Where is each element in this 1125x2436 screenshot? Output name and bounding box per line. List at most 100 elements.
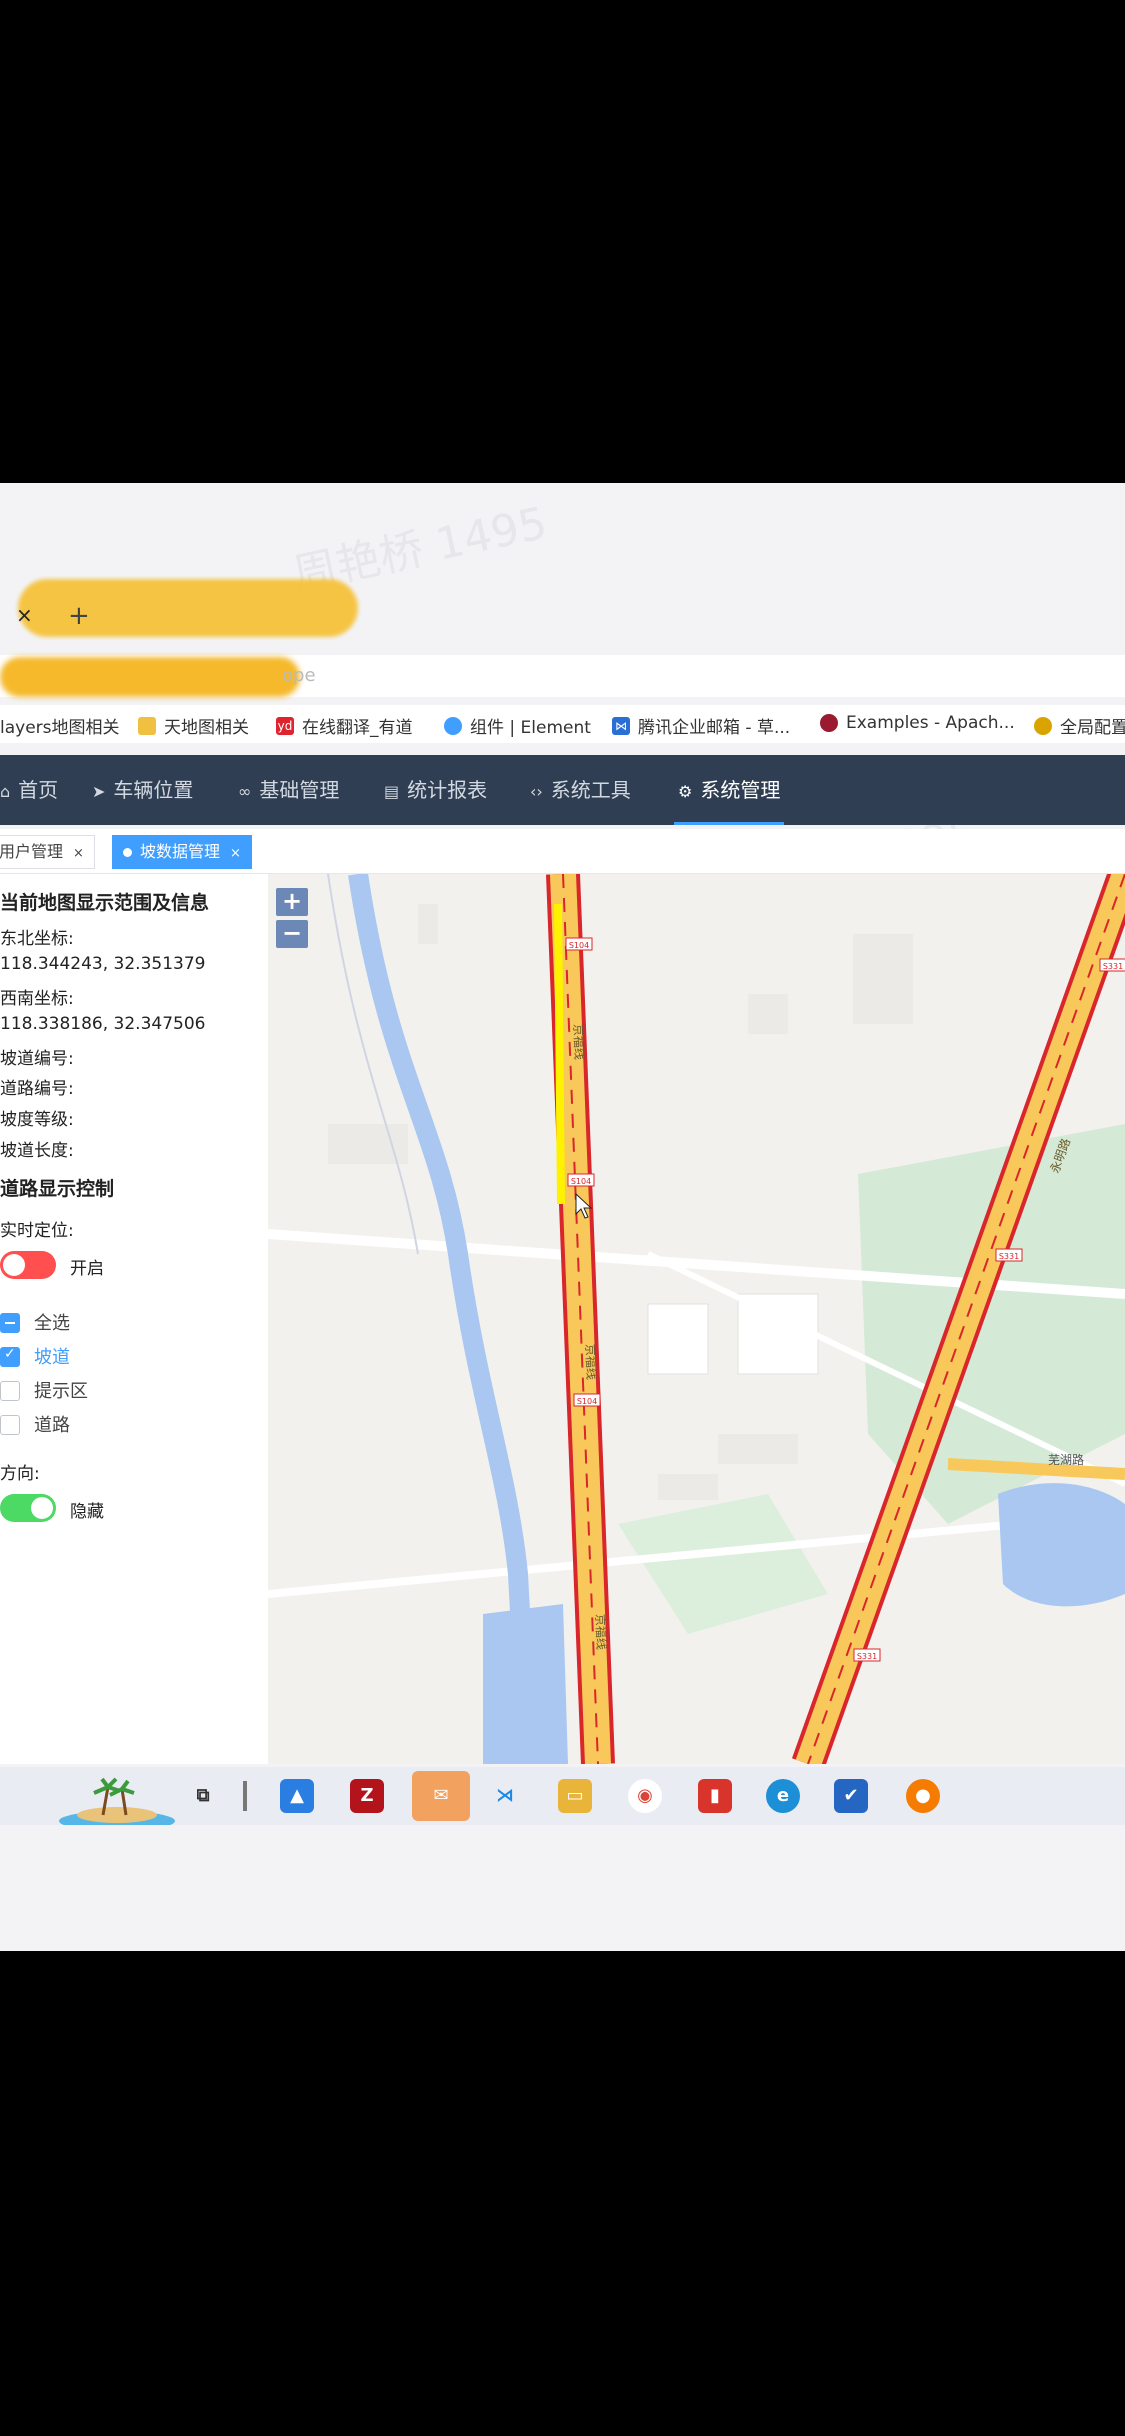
nav-statistics[interactable]: ▤ 统计报表 <box>384 755 487 825</box>
checkbox-label: 坡道 <box>34 1347 70 1368</box>
new-tab-button[interactable]: + <box>68 601 90 631</box>
firefox-icon[interactable]: ● <box>906 1779 940 1813</box>
road-name-label: 京福线 <box>571 1024 587 1061</box>
document-icon: ▤ <box>384 782 400 801</box>
realtime-toggle[interactable] <box>0 1251 56 1279</box>
bookmark-item[interactable]: 组件 | Element <box>444 713 591 738</box>
app-icon[interactable]: ▲ <box>280 1779 314 1813</box>
highlighted-ramp <box>554 903 565 1205</box>
building <box>658 1474 718 1500</box>
island-wallpaper-icon <box>59 1777 175 1825</box>
wechat-icon[interactable]: ✉ <box>412 1771 470 1821</box>
nav-label: 首页 <box>18 778 59 802</box>
building <box>853 934 913 1024</box>
zoom-in-button[interactable]: + <box>276 888 308 916</box>
checkbox-label: 提示区 <box>34 1381 88 1402</box>
url-text: ope <box>282 665 316 686</box>
road-code: S331 <box>857 1652 877 1661</box>
file-explorer-icon[interactable]: ▭ <box>558 1779 592 1813</box>
divider <box>243 1781 247 1811</box>
app-icon[interactable]: ▮ <box>698 1779 732 1813</box>
road-name-label: 芜湖路 <box>1048 1452 1084 1467</box>
vscode-icon[interactable]: ⋊ <box>488 1779 522 1813</box>
info-panel: 当前地图显示范围及信息 东北坐标: 118.344243, 32.351379 … <box>0 874 268 1764</box>
nav-system-management[interactable]: ⚙ 系统管理 <box>674 755 785 825</box>
lake <box>998 1483 1125 1607</box>
road-name-label: 京福线 <box>583 1344 599 1381</box>
browser-tab-strip: × + <box>0 579 1125 639</box>
road-code: S104 <box>569 941 589 950</box>
realtime-state: 开启 <box>70 1259 104 1279</box>
building <box>718 1434 798 1464</box>
building <box>418 904 438 944</box>
filezilla-icon[interactable]: Z <box>350 1779 384 1813</box>
bookmark-label: layers地图相关 <box>0 718 120 738</box>
bookmark-item[interactable]: 全局配置 <box>1034 713 1125 738</box>
bookmarks-bar: layers地图相关 天地图相关 yd 在线翻译_有道 组件 | Element… <box>0 705 1125 743</box>
direction-toggle[interactable] <box>0 1494 56 1522</box>
lake <box>483 1604 568 1764</box>
bookmark-item[interactable]: ⋈ 腾讯企业邮箱 - 草... <box>612 713 790 738</box>
close-tab-button[interactable]: × <box>16 603 33 627</box>
ramp-checkbox[interactable]: ✓ <box>0 1346 20 1367</box>
direction-state: 隐藏 <box>70 1502 104 1522</box>
road-code: S331 <box>999 1252 1019 1261</box>
task-view-icon[interactable]: ⧉ <box>186 1779 220 1813</box>
building <box>748 994 788 1034</box>
road-code: S104 <box>577 1397 597 1406</box>
minus-icon <box>5 1322 15 1324</box>
page-tabs: 用户管理 × 坡数据管理 × <box>0 829 1125 874</box>
taskbar: ⧉ ▲ Z ✉ ⋊ ▭ ◉ ▮ e ✔ ● <box>0 1767 1125 1825</box>
youdao-icon: yd <box>276 716 294 735</box>
main-navbar: ⌂ 首页 ➤ 车辆位置 ∞ 基础管理 ▤ 统计报表 ‹› 系统工具 ⚙ 系统管理 <box>0 755 1125 825</box>
app-icon[interactable]: ✔ <box>834 1779 868 1813</box>
code-icon: ‹› <box>530 782 543 801</box>
send-icon: ➤ <box>92 782 106 801</box>
nav-label: 系统管理 <box>700 778 781 802</box>
active-dot-icon <box>123 848 132 857</box>
road-code: S104 <box>571 1177 591 1186</box>
road-name-label: 京福线 <box>593 1614 609 1651</box>
nav-label: 基础管理 <box>259 778 340 802</box>
nav-label: 统计报表 <box>407 778 488 802</box>
bookmark-label: 天地图相关 <box>164 718 249 738</box>
apache-icon <box>820 714 838 732</box>
realtime-label: 实时定位: <box>0 1221 74 1241</box>
nav-system-tools[interactable]: ‹› 系统工具 <box>530 755 631 825</box>
road-code: S331 <box>1103 962 1123 971</box>
road-checkbox[interactable] <box>0 1415 20 1435</box>
nav-label: 车辆位置 <box>113 778 194 802</box>
nav-vehicle-location[interactable]: ➤ 车辆位置 <box>92 755 193 825</box>
checkbox-label: 全选 <box>34 1313 70 1334</box>
nav-label: 系统工具 <box>550 778 631 802</box>
ramp-length-label: 坡道长度: <box>0 1141 74 1161</box>
section-title: 当前地图显示范围及信息 <box>0 892 210 914</box>
tab-user-management[interactable]: 用户管理 × <box>0 835 95 869</box>
close-icon[interactable]: × <box>230 846 241 861</box>
bookmark-item[interactable]: Examples - Apach... <box>820 713 1015 733</box>
close-icon[interactable]: × <box>73 846 84 861</box>
bookmark-item[interactable]: yd 在线翻译_有道 <box>276 713 413 738</box>
bookmark-label: 在线翻译_有道 <box>302 718 413 738</box>
sw-coord-label: 西南坐标: <box>0 989 74 1009</box>
map-view[interactable]: S104 S104 S104 S331 S331 S331 京福线 京福线 京福… <box>268 874 1125 1764</box>
edge-icon[interactable]: e <box>766 1779 800 1813</box>
tab-label: 坡数据管理 <box>140 842 221 861</box>
star-icon <box>1034 716 1052 735</box>
chrome-icon[interactable]: ◉ <box>628 1779 662 1813</box>
select-all-checkbox[interactable] <box>0 1313 20 1333</box>
redaction-blur <box>0 657 300 697</box>
zoom-out-button[interactable]: − <box>276 920 308 948</box>
ne-coord-label: 东北坐标: <box>0 929 74 949</box>
nav-basic-management[interactable]: ∞ 基础管理 <box>238 755 339 825</box>
ne-coord-value: 118.344243, 32.351379 <box>0 954 206 974</box>
tab-slope-data-management[interactable]: 坡数据管理 × <box>112 835 252 869</box>
bookmark-item[interactable]: layers地图相关 <box>0 713 120 738</box>
bookmark-item[interactable]: 天地图相关 <box>138 713 249 738</box>
nav-home[interactable]: ⌂ 首页 <box>0 755 58 825</box>
bookmark-label: 全局配置 <box>1060 718 1125 738</box>
hint-area-checkbox[interactable] <box>0 1381 20 1401</box>
address-bar[interactable]: ope <box>0 655 1125 697</box>
tencent-mail-icon: ⋈ <box>612 716 630 735</box>
map-canvas[interactable]: S104 S104 S104 S331 S331 S331 京福线 京福线 京福… <box>268 874 1125 1764</box>
